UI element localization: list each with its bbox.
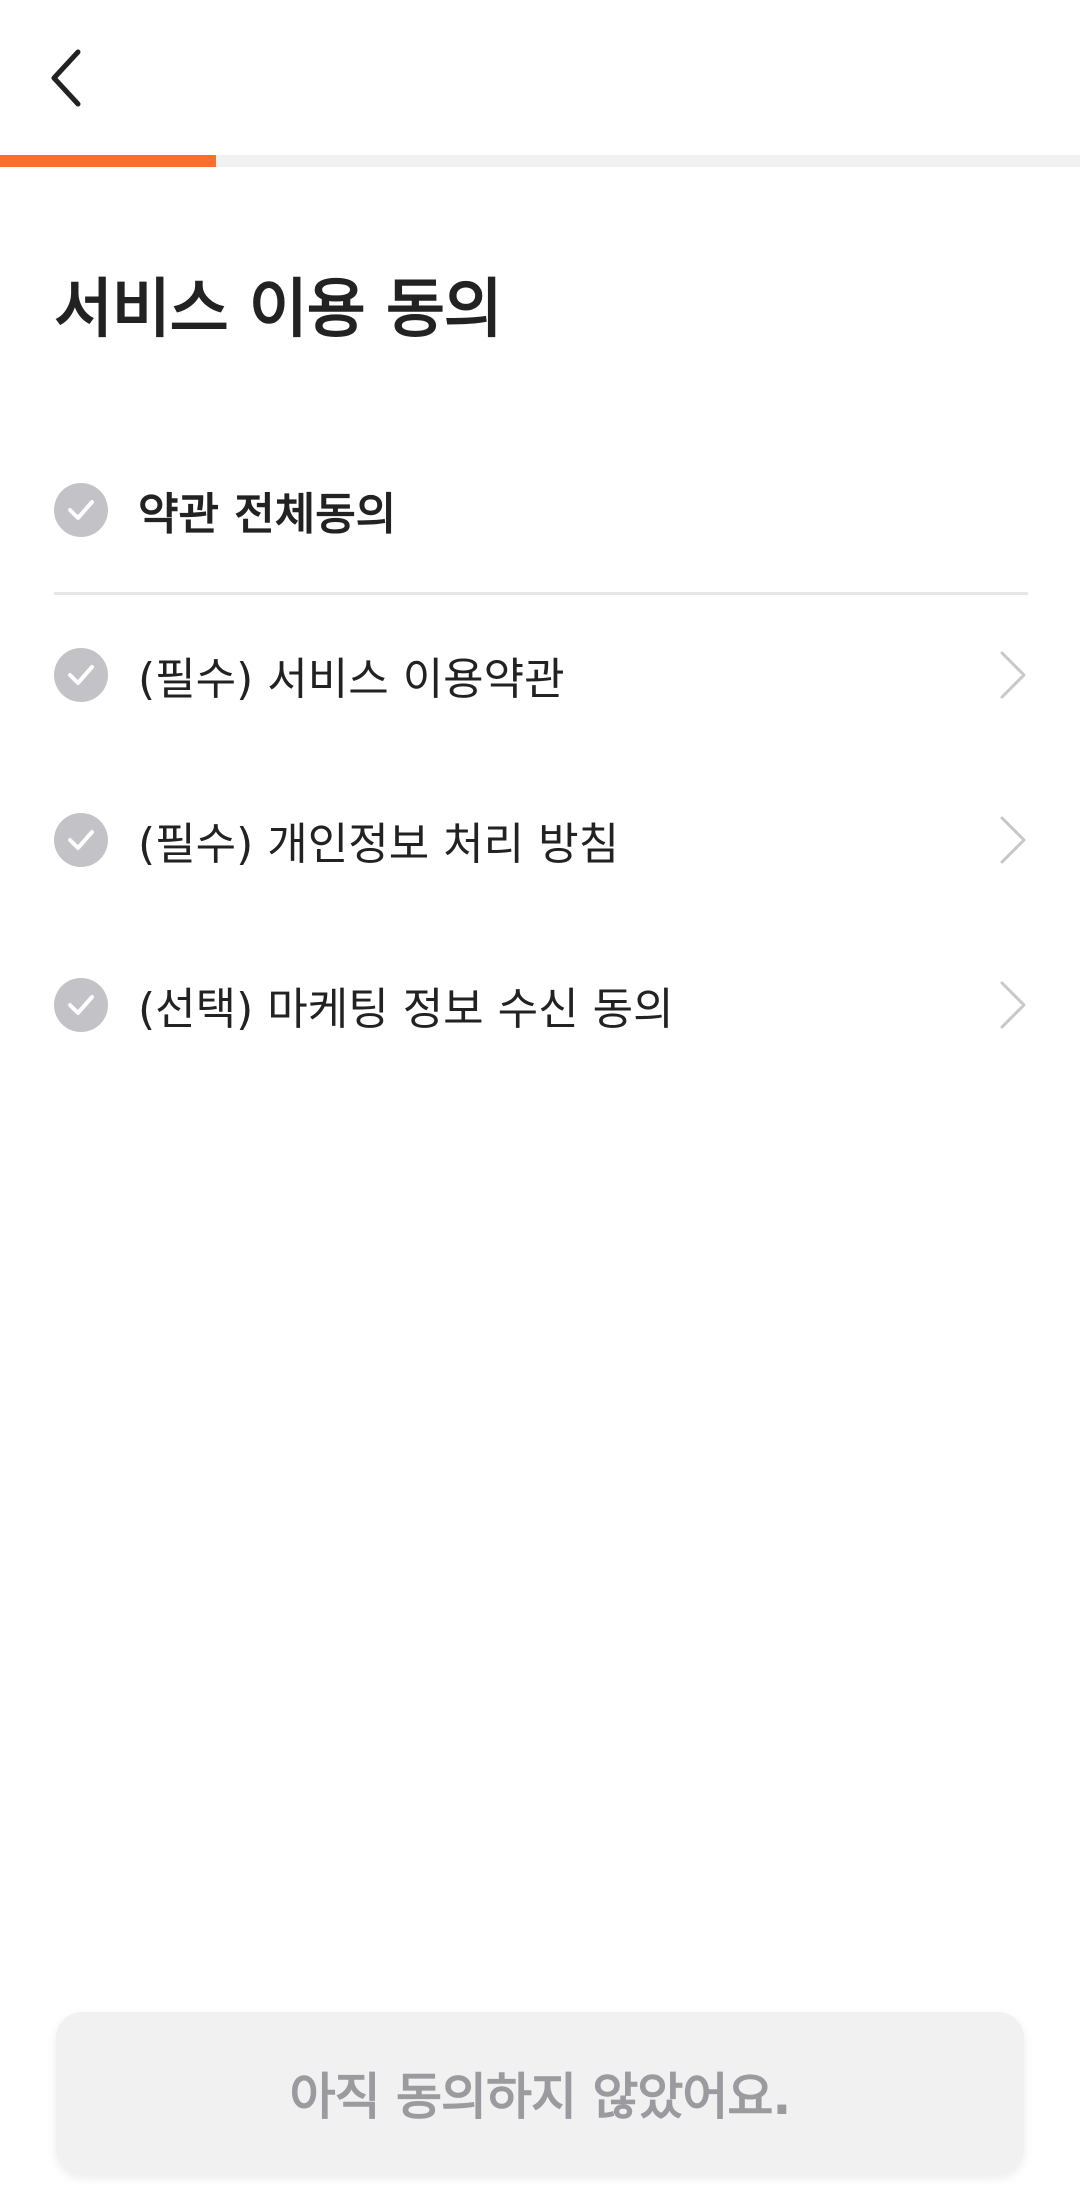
chevron-right-icon[interactable] — [992, 645, 1028, 705]
chevron-right-icon[interactable] — [992, 975, 1028, 1035]
agree-all-label: 약관 전체동의 — [138, 489, 397, 540]
check-circle-icon[interactable] — [54, 978, 108, 1032]
check-circle-icon[interactable] — [54, 813, 108, 867]
check-circle-icon[interactable] — [54, 648, 108, 702]
divider — [54, 592, 1028, 595]
submit-button[interactable]: 아직 동의하지 않았어요. — [56, 2012, 1024, 2174]
progress-fill — [0, 155, 216, 167]
chevron-right-icon[interactable] — [992, 810, 1028, 870]
progress-bar — [0, 155, 1080, 167]
chevron-left-icon — [51, 49, 81, 107]
check-circle-icon — [54, 483, 108, 537]
terms-item-label: (필수) 서비스 이용약관 — [138, 654, 565, 705]
terms-item-label: (선택) 마케팅 정보 수신 동의 — [138, 984, 674, 1035]
terms-item-marketing[interactable]: (선택) 마케팅 정보 수신 동의 — [54, 950, 1028, 1060]
back-button[interactable] — [30, 30, 102, 126]
terms-item-service[interactable]: (필수) 서비스 이용약관 — [54, 620, 1028, 730]
terms-item-privacy[interactable]: (필수) 개인정보 처리 방침 — [54, 785, 1028, 895]
page-title: 서비스 이용 동의 — [54, 273, 503, 347]
header — [0, 0, 1080, 155]
terms-item-label: (필수) 개인정보 처리 방침 — [138, 819, 620, 870]
agree-all-checkbox[interactable]: 약관 전체동의 — [54, 455, 1028, 565]
